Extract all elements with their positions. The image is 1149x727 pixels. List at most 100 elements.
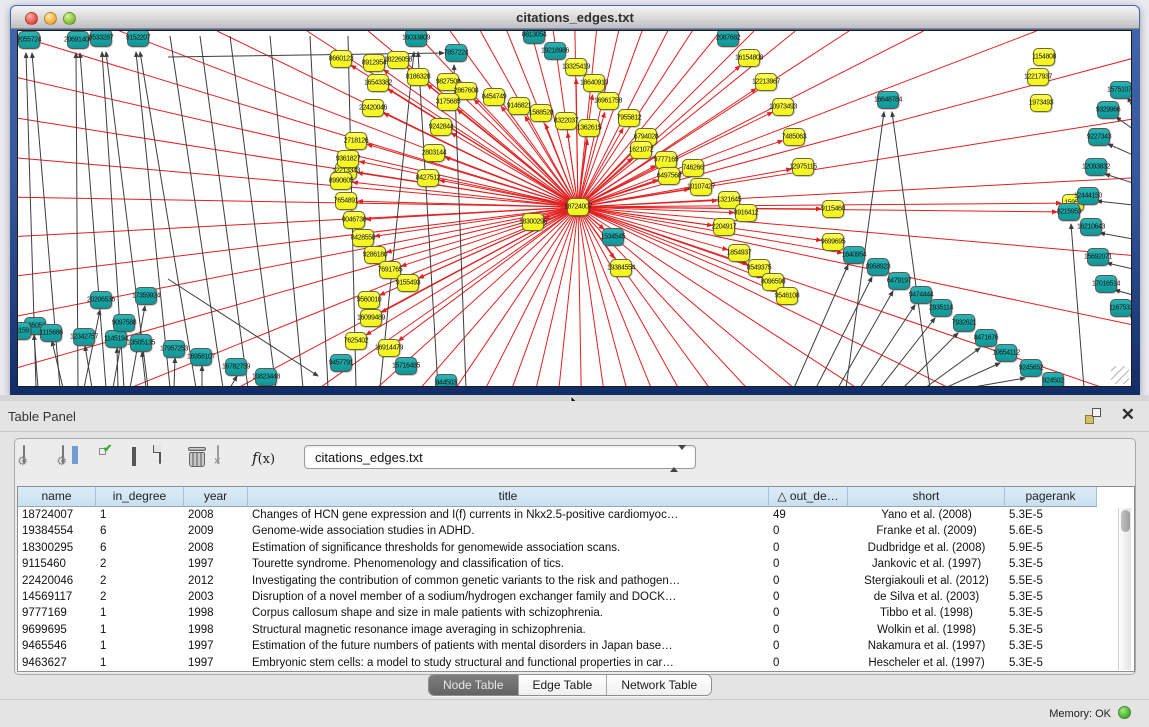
graph-node[interactable]: 7955812: [618, 109, 640, 127]
graph-node[interactable]: 12975115: [792, 158, 814, 176]
graph-node[interactable]: 16958107: [190, 348, 212, 366]
graph-node[interactable]: 9699695: [822, 233, 844, 251]
table-cell[interactable]: Investigating the contribution of common…: [248, 573, 769, 589]
graph-node[interactable]: 944503: [435, 374, 457, 387]
table-body[interactable]: 1872400712008Changes of HCN gene express…: [18, 507, 1134, 671]
graph-node[interactable]: 17016514: [1095, 275, 1117, 293]
table-cell[interactable]: 14569117: [18, 589, 96, 605]
graph-node[interactable]: 2935114: [930, 299, 952, 317]
graph-node[interactable]: 13325419: [565, 58, 587, 76]
table-row[interactable]: 977716911998Corpus callosum shape and si…: [18, 605, 1134, 621]
new-column-icon[interactable]: [159, 446, 161, 464]
graph-node[interactable]: 7485063: [783, 128, 805, 146]
graph-node[interactable]: 8454749: [483, 88, 505, 106]
graph-node[interactable]: 9146821: [508, 97, 530, 115]
graph-node[interactable]: 9474444: [910, 286, 932, 304]
table-cell[interactable]: 0: [769, 655, 848, 671]
table-cell[interactable]: Yano et al. (2008): [848, 507, 1005, 523]
graph-node[interactable]: 7857224: [445, 44, 467, 62]
table-cell[interactable]: 1: [96, 507, 184, 523]
graph-node[interactable]: 1854937: [728, 244, 750, 262]
table-cell[interactable]: 5.3E-5: [1005, 655, 1097, 671]
graph-node[interactable]: 16543382: [367, 74, 389, 92]
table-cell[interactable]: 9465546: [18, 638, 96, 654]
table-cell[interactable]: 0: [769, 556, 848, 572]
graph-node[interactable]: 8186328: [407, 68, 429, 86]
table-cell[interactable]: 1997: [184, 638, 248, 654]
graph-node[interactable]: 8215953: [1058, 203, 1080, 221]
table-cell[interactable]: 19384554: [18, 523, 96, 539]
column-header-title[interactable]: title: [248, 487, 769, 507]
table-cell[interactable]: Genome-wide association studies in ADHD.: [248, 523, 769, 539]
graph-node[interactable]: 18724007: [567, 198, 589, 216]
graph-node[interactable]: 16914479: [378, 339, 400, 357]
graph-node[interactable]: 2055724: [18, 31, 40, 49]
table-cell[interactable]: 6: [96, 523, 184, 539]
graph-node[interactable]: 7625402: [345, 332, 367, 350]
table-settings-icon[interactable]: ⚙: [23, 446, 25, 464]
vertical-scrollbar[interactable]: [1118, 508, 1131, 670]
table-cell[interactable]: 0: [769, 605, 848, 621]
window-titlebar[interactable]: citations_edges.txt: [11, 6, 1139, 29]
table-cell[interactable]: 5.3E-5: [1005, 507, 1097, 523]
graph-node[interactable]: 17957253: [163, 340, 185, 358]
tab-network-table[interactable]: Network Table: [607, 675, 711, 695]
close-panel-icon[interactable]: ✕: [1121, 405, 1135, 425]
table-row[interactable]: 1830029562008Estimation of significance …: [18, 540, 1134, 556]
table-cell[interactable]: 1998: [184, 605, 248, 621]
table-cell[interactable]: 0: [769, 622, 848, 638]
graph-node[interactable]: 9242844: [430, 118, 452, 136]
graph-node[interactable]: 16154808: [738, 49, 760, 67]
graph-node[interactable]: 1154808: [1033, 48, 1055, 66]
table-selector-dropdown[interactable]: citations_edges.txt: [304, 445, 696, 469]
graph-node[interactable]: 17359924: [135, 287, 157, 305]
table-cell[interactable]: Tourette syndrome. Phenomenology and cla…: [248, 556, 769, 572]
graph-node[interactable]: 7932621: [953, 314, 975, 332]
table-cell[interactable]: 1: [96, 605, 184, 621]
column-header-in_degree[interactable]: in_degree: [96, 487, 184, 507]
graph-node[interactable]: 9457791: [330, 354, 352, 372]
table-cell[interactable]: 1: [96, 622, 184, 638]
graph-node[interactable]: 10107427: [690, 178, 712, 196]
graph-node[interactable]: 8916412: [735, 204, 757, 222]
table-cell[interactable]: 49: [769, 507, 848, 523]
table-cell[interactable]: Structural magnetic resonance image aver…: [248, 622, 769, 638]
show-columns-icon[interactable]: ⚙: [62, 446, 64, 464]
graph-node[interactable]: 1115686: [40, 324, 62, 342]
graph-node[interactable]: 39159: [17, 322, 31, 340]
graph-node[interactable]: 1362615: [578, 119, 600, 137]
graph-node[interactable]: 10973493: [772, 98, 794, 116]
table-cell[interactable]: 2012: [184, 573, 248, 589]
graph-node[interactable]: 8912954: [363, 54, 385, 72]
graph-node[interactable]: 12213967: [755, 73, 777, 91]
graph-node[interactable]: 1145194: [105, 330, 127, 348]
graph-node[interactable]: 15692071: [1087, 248, 1109, 266]
table-cell[interactable]: Embryonic stem cells: a model to study s…: [248, 655, 769, 671]
tab-node-table[interactable]: Node Table: [429, 675, 519, 695]
graph-node[interactable]: 9227343: [1088, 128, 1110, 146]
graph-node[interactable]: 12217937: [1027, 68, 1049, 86]
attribute-table[interactable]: namein_degreeyeartitle△ out_de…shortpage…: [17, 486, 1135, 672]
table-cell[interactable]: 0: [769, 523, 848, 539]
table-header-row[interactable]: namein_degreeyeartitle△ out_de…shortpage…: [18, 487, 1134, 507]
graph-node[interactable]: 746266: [682, 159, 704, 177]
table-row[interactable]: 2242004622012Investigating the contribut…: [18, 573, 1134, 589]
table-cell[interactable]: 2: [96, 556, 184, 572]
graph-node[interactable]: 10654112: [995, 344, 1017, 362]
graph-node[interactable]: 9097588: [113, 314, 135, 332]
scrollbar-thumb[interactable]: [1121, 510, 1130, 532]
graph-node[interactable]: 12342757: [73, 328, 95, 346]
table-cell[interactable]: Jankovic et al. (1997): [848, 556, 1005, 572]
table-row[interactable]: 969969511998Structural magnetic resonanc…: [18, 622, 1134, 638]
graph-node[interactable]: 8322037: [555, 112, 577, 130]
table-cell[interactable]: Nakamura et al. (1997): [848, 638, 1005, 654]
table-cell[interactable]: 5.3E-5: [1005, 638, 1097, 654]
column-header-name[interactable]: name: [18, 487, 96, 507]
graph-node[interactable]: 16648784: [877, 91, 899, 109]
function-builder-icon[interactable]: f(x): [252, 449, 275, 467]
table-cell[interactable]: 1997: [184, 655, 248, 671]
graph-node[interactable]: 9152207: [127, 30, 149, 47]
graph-node[interactable]: 1973493: [1030, 94, 1052, 112]
graph-node[interactable]: 8958923: [867, 258, 889, 276]
table-cell[interactable]: 2008: [184, 540, 248, 556]
